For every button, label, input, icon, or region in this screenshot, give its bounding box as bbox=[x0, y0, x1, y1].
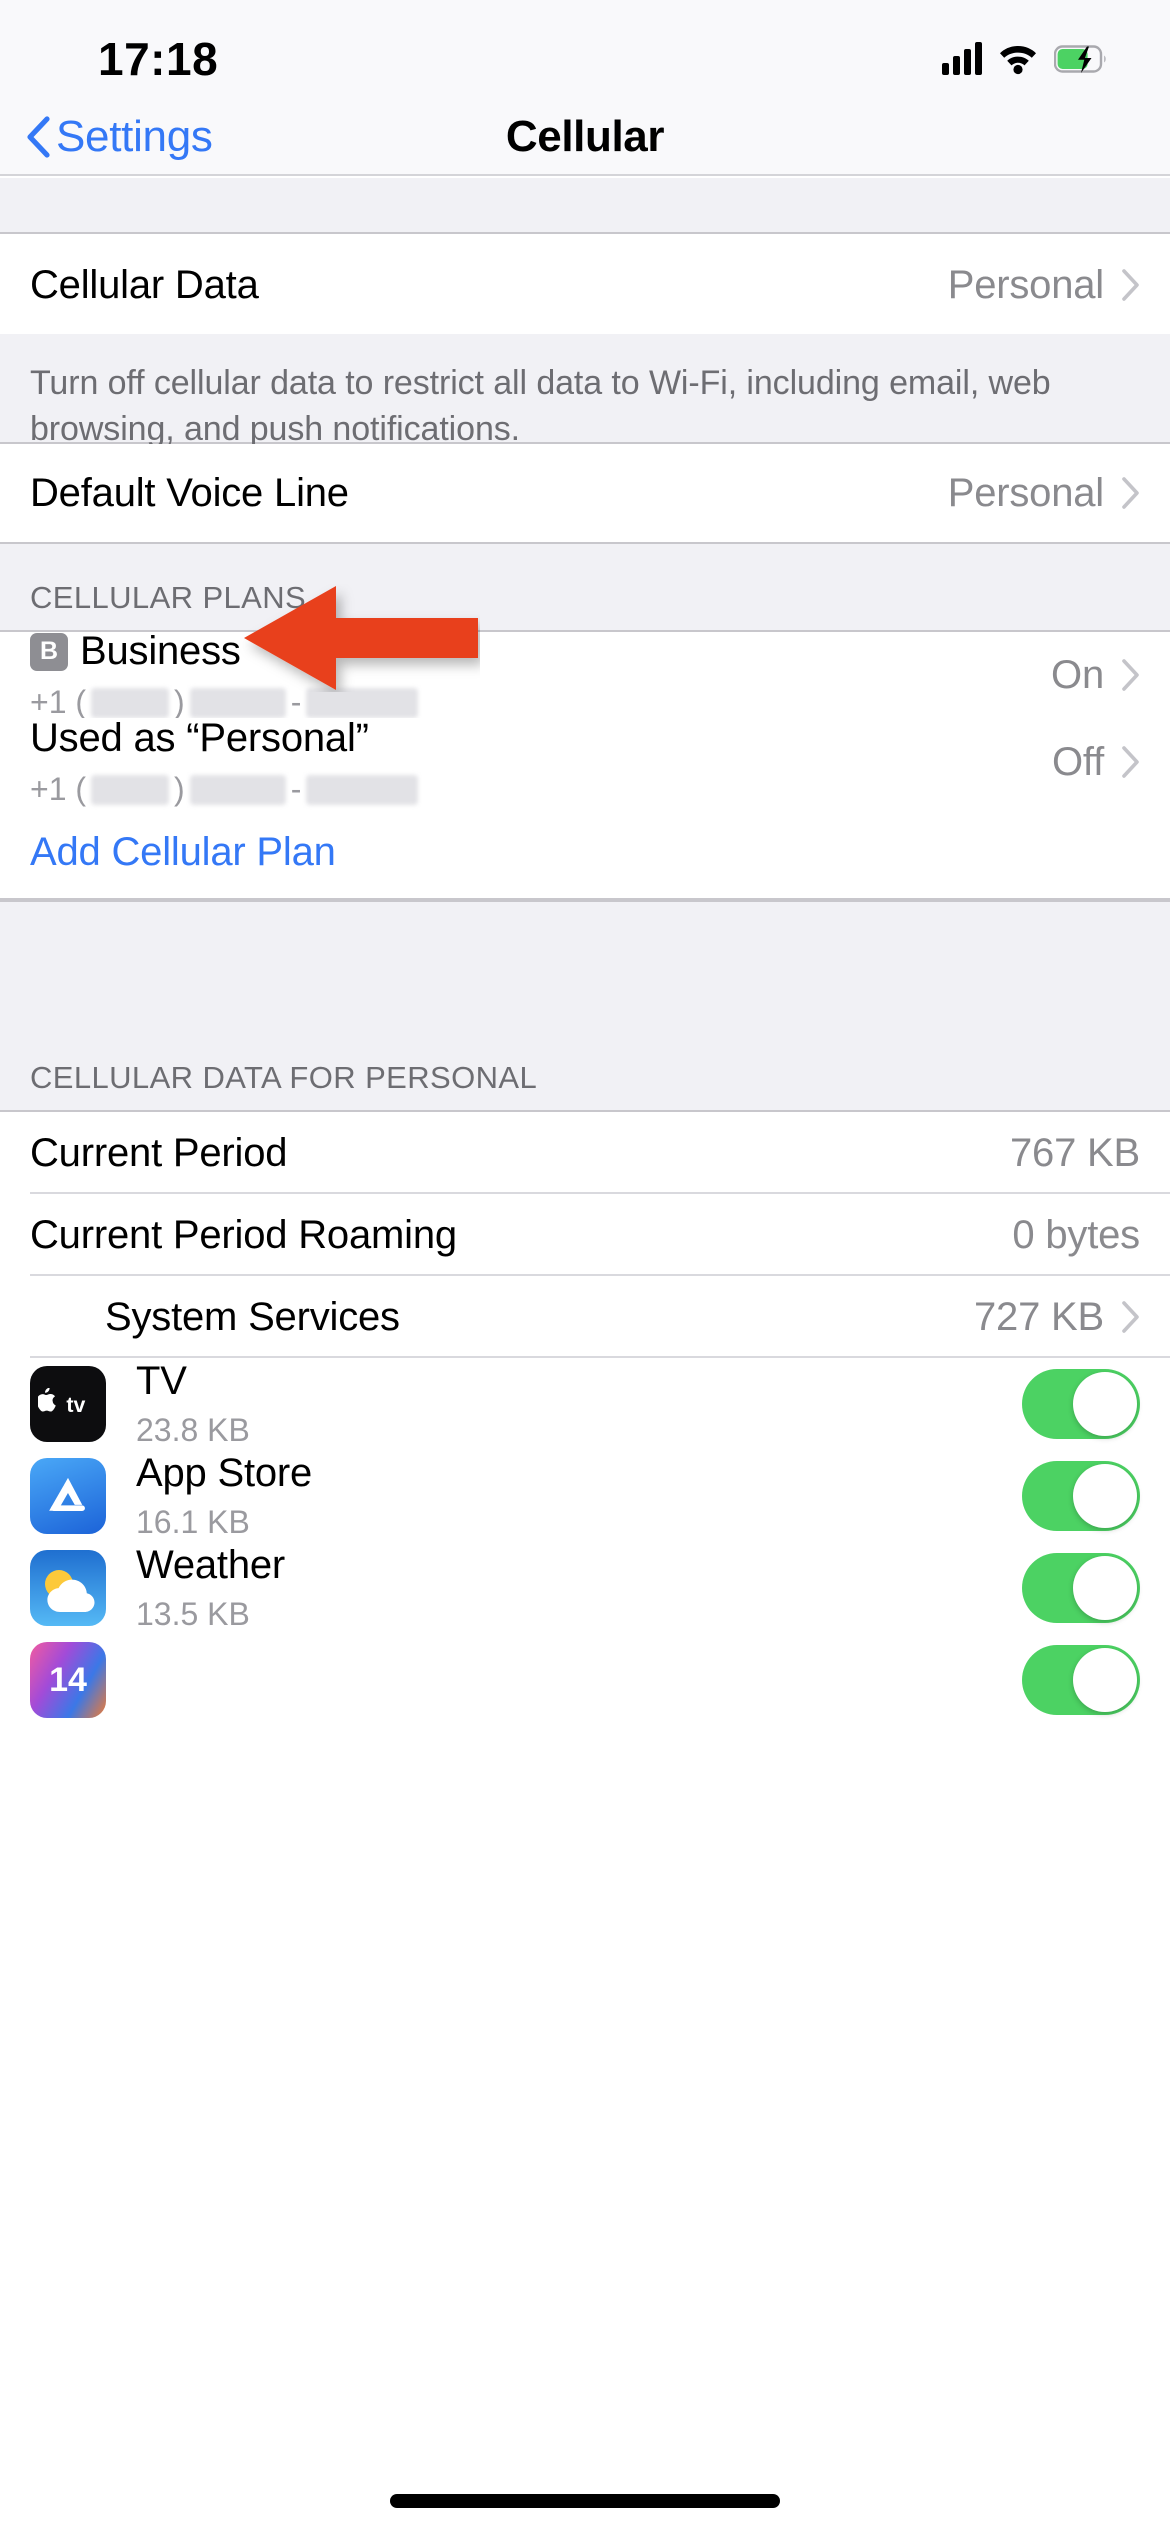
app-weather-name: Weather bbox=[136, 1543, 286, 1587]
plan-personal-number-mid: ) bbox=[174, 771, 185, 807]
battery-charging-icon bbox=[1054, 45, 1106, 73]
sim-badge-icon: B bbox=[30, 632, 68, 671]
plan-personal-number: +1 ( ) - bbox=[30, 771, 1052, 808]
app-app-store-info: App Store 16.1 KB bbox=[136, 1451, 1022, 1541]
app-app-store-usage: 16.1 KB bbox=[136, 1504, 250, 1540]
plan-personal-info: Used as “Personal” +1 ( ) - bbox=[30, 716, 1052, 808]
add-cellular-plan-button[interactable]: Add Cellular Plan bbox=[0, 806, 1170, 898]
apple-tv-glyph: tv bbox=[38, 1388, 86, 1417]
add-cellular-plan-label: Add Cellular Plan bbox=[30, 829, 336, 874]
system-services-label: System Services bbox=[105, 1294, 400, 1339]
app-tv-name: TV bbox=[136, 1359, 187, 1403]
cellular-data-value: Personal bbox=[947, 262, 1104, 307]
redacted-line-number bbox=[306, 687, 419, 718]
default-voice-line-value: Personal bbox=[947, 470, 1104, 515]
usage-group: Current Period 767 KB Current Period Roa… bbox=[0, 1110, 1170, 1726]
cellular-data-footer-text: Turn off cellular data to restrict all d… bbox=[30, 364, 1051, 448]
calendar-day-number: 14 bbox=[49, 1660, 87, 1699]
plan-business-title-line: B Business bbox=[30, 629, 1051, 674]
page-title: Cellular bbox=[505, 112, 665, 161]
weather-glyph bbox=[45, 1570, 95, 1612]
app-partial-info bbox=[136, 1676, 1022, 1684]
row-default-voice-line[interactable]: Default Voice Line Personal bbox=[0, 444, 1170, 542]
status-bar: 17:18 bbox=[0, 0, 1170, 100]
app-weather-toggle[interactable] bbox=[1022, 1553, 1140, 1623]
cellular-data-footer-note: Turn off cellular data to restrict all d… bbox=[0, 334, 1170, 448]
toggle-knob bbox=[1073, 1648, 1137, 1712]
plan-personal-number-prefix: +1 ( bbox=[30, 771, 87, 807]
app-app-store-name: App Store bbox=[136, 1451, 313, 1495]
redacted-prefix bbox=[189, 774, 286, 805]
cellular-data-group: Cellular Data Personal bbox=[0, 236, 1170, 336]
redacted-area-code bbox=[91, 774, 170, 805]
app-row-partial: 14 bbox=[0, 1634, 1170, 1726]
row-system-services[interactable]: System Services 727 KB bbox=[0, 1276, 1170, 1358]
app-tv-info: TV 23.8 KB bbox=[136, 1359, 1022, 1449]
cellular-data-usage-section-header: CELLULAR DATA FOR PERSONAL bbox=[0, 1046, 1170, 1110]
chevron-right-icon bbox=[1122, 1301, 1139, 1333]
section-spacer-middle bbox=[0, 900, 1170, 1046]
status-bar-indicators bbox=[942, 42, 1108, 75]
toggle-knob bbox=[1073, 1464, 1137, 1528]
app-weather-info: Weather 13.5 KB bbox=[136, 1543, 1022, 1633]
system-services-value: 727 KB bbox=[973, 1294, 1104, 1339]
plan-personal-title-line: Used as “Personal” bbox=[30, 716, 1052, 761]
apple-tv-app-icon: tv bbox=[30, 1366, 106, 1442]
plan-business-info: B Business +1 ( ) - bbox=[30, 629, 1051, 721]
navigation-bar: Settings Cellular bbox=[0, 100, 1170, 176]
app-weather-usage: 13.5 KB bbox=[136, 1596, 250, 1632]
wifi-icon bbox=[1000, 46, 1036, 75]
app-partial-toggle[interactable] bbox=[1022, 1645, 1140, 1715]
section-spacer-top bbox=[0, 178, 1170, 234]
cellular-plans-header-text: CELLULAR PLANS bbox=[30, 580, 307, 615]
app-tv-usage: 23.8 KB bbox=[136, 1412, 250, 1448]
app-app-store-toggle[interactable] bbox=[1022, 1461, 1140, 1531]
chevron-right-icon bbox=[1122, 477, 1139, 509]
plan-personal-state: Off bbox=[1051, 739, 1104, 784]
plan-personal-number-dash: - bbox=[290, 771, 302, 807]
cellular-data-label: Cellular Data bbox=[30, 262, 259, 307]
redacted-prefix bbox=[189, 687, 286, 718]
app-row-weather: Weather 13.5 KB bbox=[0, 1542, 1170, 1634]
iphone-screen: 17:18 Settings Cellular Cellular Data Pe… bbox=[0, 0, 1170, 2532]
redacted-area-code bbox=[91, 687, 170, 718]
cellular-plans-section-header: CELLULAR PLANS bbox=[0, 544, 1170, 630]
app-store-app-icon bbox=[30, 1458, 106, 1534]
app-row-app-store: App Store 16.1 KB bbox=[0, 1450, 1170, 1542]
chevron-right-icon bbox=[1122, 746, 1139, 778]
chevron-right-icon bbox=[1122, 269, 1139, 301]
toggle-knob bbox=[1073, 1556, 1137, 1620]
row-current-period: Current Period 767 KB bbox=[0, 1112, 1170, 1194]
home-indicator[interactable] bbox=[390, 2494, 780, 2508]
plan-row-personal[interactable]: Used as “Personal” +1 ( ) - Off bbox=[0, 716, 1170, 808]
app-tv-toggle[interactable] bbox=[1022, 1369, 1140, 1439]
calendar-app-icon: 14 bbox=[30, 1642, 106, 1718]
app-row-tv: tv TV 23.8 KB bbox=[0, 1358, 1170, 1450]
svg-text:tv: tv bbox=[66, 1393, 85, 1417]
app-store-glyph bbox=[49, 1477, 85, 1511]
cellular-plans-group: B Business +1 ( ) - On Used as “Personal… bbox=[0, 629, 1170, 900]
toggle-knob bbox=[1073, 1372, 1137, 1436]
plan-business-state: On bbox=[1051, 652, 1104, 697]
default-voice-line-label: Default Voice Line bbox=[30, 470, 349, 515]
current-period-roaming-label: Current Period Roaming bbox=[30, 1212, 457, 1257]
chevron-right-icon bbox=[1122, 659, 1139, 691]
current-period-label: Current Period bbox=[30, 1130, 288, 1175]
current-period-value: 767 KB bbox=[1009, 1130, 1140, 1175]
row-current-period-roaming: Current Period Roaming 0 bytes bbox=[0, 1194, 1170, 1276]
cellular-signal-icon bbox=[942, 42, 982, 75]
current-period-roaming-value: 0 bytes bbox=[1012, 1212, 1140, 1257]
weather-app-icon bbox=[30, 1550, 106, 1626]
redacted-line-number bbox=[306, 774, 419, 805]
default-voice-line-group: Default Voice Line Personal bbox=[0, 444, 1170, 544]
row-cellular-data[interactable]: Cellular Data Personal bbox=[0, 236, 1170, 334]
plan-row-business[interactable]: B Business +1 ( ) - On bbox=[0, 629, 1170, 721]
plan-business-title: Business bbox=[80, 629, 241, 673]
usage-header-text: CELLULAR DATA FOR PERSONAL bbox=[30, 1060, 538, 1095]
plan-personal-title: Used as “Personal” bbox=[30, 716, 369, 760]
status-bar-time: 17:18 bbox=[98, 33, 219, 85]
